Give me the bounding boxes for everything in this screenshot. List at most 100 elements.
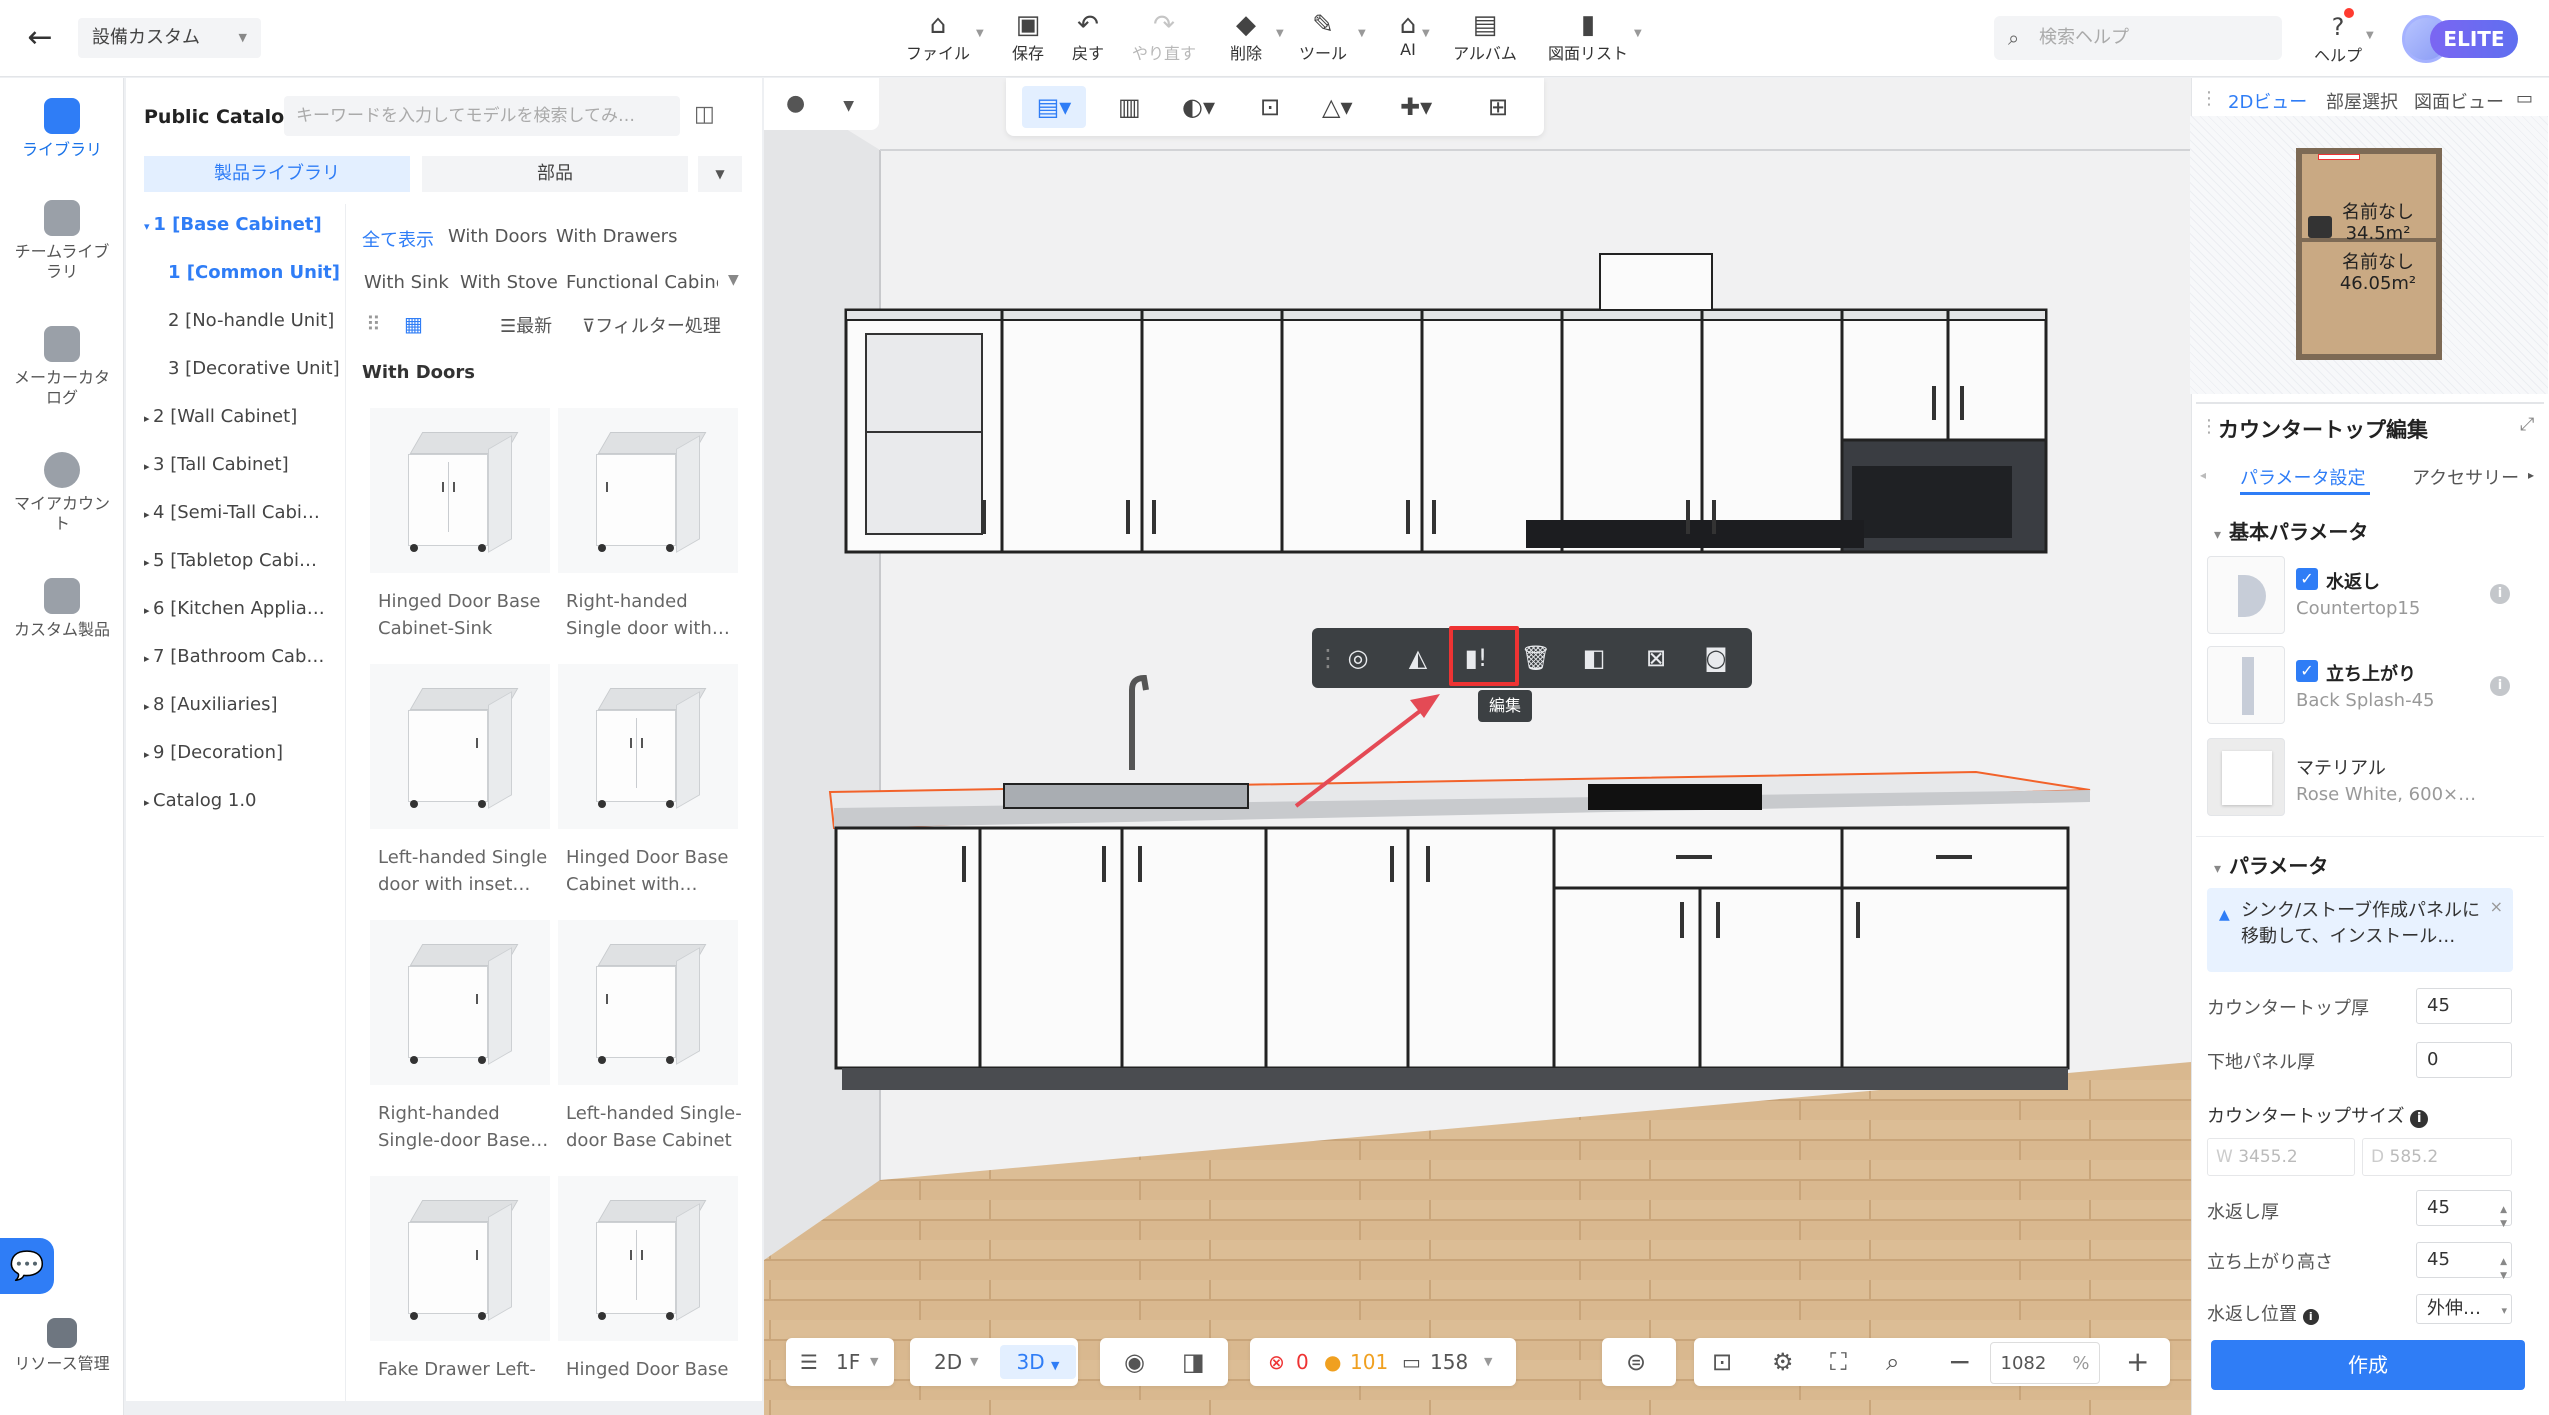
project-selector[interactable]: 設備カスタム ▼: [78, 18, 261, 58]
file-button[interactable]: ⌂ ファイル: [900, 10, 976, 66]
screenshot-check-icon[interactable]: ⊠: [1638, 642, 1674, 674]
rail-item-custom-products[interactable]: カスタム製品: [0, 578, 124, 640]
back-arrow-icon[interactable]: ←: [20, 18, 60, 58]
zoom-search-icon[interactable]: ⌕: [1886, 1338, 1899, 1386]
box-icon[interactable]: ◧: [1576, 642, 1612, 674]
upstand-checkbox[interactable]: ✓: [2296, 660, 2318, 682]
tab-accessories[interactable]: アクセサリー: [2412, 464, 2519, 490]
filter-with-drawers[interactable]: With Drawers: [556, 226, 677, 247]
catalog-search-input[interactable]: キーワードを入力してモデルを検索してみ…: [284, 96, 680, 136]
view-2d-button[interactable]: 2D: [934, 1338, 962, 1386]
rail-item-team-library[interactable]: チームライブラリ: [0, 200, 124, 282]
chevron-down-icon[interactable]: ▼: [728, 272, 739, 288]
plugin-icon[interactable]: ✚▾: [1400, 93, 1432, 121]
delete-button[interactable]: ◆ 削除: [1218, 10, 1274, 66]
tab-2d-view[interactable]: 2Dビュー: [2228, 88, 2307, 114]
album-button[interactable]: ▤ アルバム: [1448, 10, 1522, 66]
filter-functional-cabinet[interactable]: Functional Cabine: [566, 272, 718, 293]
toggle-panel-button[interactable]: ⊜: [1602, 1338, 1676, 1386]
undo-button[interactable]: ↶ 戻す: [1060, 10, 1116, 66]
tab-drawing-view[interactable]: 図面ビュー: [2414, 88, 2504, 114]
sort-latest-button[interactable]: ☰最新: [500, 312, 552, 338]
select-mode-icon[interactable]: ▤▾: [1022, 86, 1086, 128]
room-label-2[interactable]: 名前なし 46.05m²: [2318, 252, 2438, 294]
floor-selector[interactable]: ☰ 1F ▼: [786, 1338, 894, 1386]
help-search-input[interactable]: ⌕ 検索ヘルプ: [1994, 16, 2282, 60]
tree-item-no-handle-unit[interactable]: 2 [No-handle Unit]: [168, 310, 358, 331]
upstand-thumbnail[interactable]: [2207, 646, 2285, 724]
room-label-1[interactable]: 名前なし 34.5m²: [2318, 202, 2438, 244]
trash-icon[interactable]: 🗑: [1518, 642, 1554, 674]
drag-handle-icon[interactable]: ⋮: [1316, 642, 1340, 674]
cube-icon[interactable]: ◨: [1182, 1338, 1205, 1386]
filter-button[interactable]: ⊽フィルター処理: [582, 312, 721, 338]
create-button[interactable]: 作成: [2211, 1340, 2525, 1390]
tree-item-tall-cabinet[interactable]: ▸ 3 [Tall Cabinet]: [144, 454, 334, 475]
drag-handle-icon[interactable]: ⋮: [2200, 88, 2218, 109]
tree-item-wall-cabinet[interactable]: ▸ 2 [Wall Cabinet]: [144, 406, 334, 427]
camera-selector[interactable]: ● ▼: [764, 78, 879, 130]
filter-with-sink[interactable]: With Sink: [364, 272, 449, 293]
save-button[interactable]: ▣ 保存: [1000, 10, 1056, 66]
tree-item-bathroom-cabinet[interactable]: ▸ 7 [Bathroom Cab…: [144, 646, 334, 667]
chevron-down-icon[interactable]: ▼: [1634, 28, 1642, 39]
rail-item-resource-management[interactable]: リソース管理: [0, 1318, 124, 1374]
fullscreen-icon[interactable]: ⛶: [1830, 1338, 1847, 1386]
close-icon[interactable]: ×: [2490, 894, 2503, 920]
3d-viewport[interactable]: [764, 78, 2191, 1415]
focus-icon[interactable]: ⊡: [1260, 93, 1280, 121]
tab-parameter-settings[interactable]: パラメータ設定: [2240, 464, 2365, 490]
issue-counter[interactable]: ⊗ 0 ● 101 ▭ 158 ▼: [1250, 1338, 1516, 1386]
rail-item-maker-catalog[interactable]: メーカーカタログ: [0, 326, 124, 408]
filter-with-doors[interactable]: With Doors: [448, 226, 547, 247]
tree-item-auxiliaries[interactable]: ▸ 8 [Auxiliaries]: [144, 694, 334, 715]
backsplash-pos-select[interactable]: 外伸… ▾: [2416, 1294, 2512, 1324]
chat-icon[interactable]: 💬: [0, 1238, 54, 1294]
info-icon[interactable]: i: [2302, 1309, 2319, 1325]
section-basic-params[interactable]: ▾ 基本パラメータ: [2214, 516, 2368, 545]
hide-icon[interactable]: ◎: [1340, 642, 1376, 674]
paint-icon[interactable]: ◭: [1400, 642, 1436, 674]
zoom-level-input[interactable]: 1082%: [1990, 1342, 2100, 1384]
fit-settings-icon[interactable]: ⚙: [1772, 1338, 1794, 1386]
tree-item-tabletop-cabinet[interactable]: ▸ 5 [Tabletop Cabi…: [144, 550, 334, 571]
chevron-right-icon[interactable]: ▸: [2528, 468, 2534, 482]
rail-item-my-account[interactable]: マイアカウント: [0, 452, 124, 534]
drag-handle-icon[interactable]: ⋮: [2200, 416, 2218, 437]
collapse-icon[interactable]: ▭: [2516, 88, 2533, 109]
material-thumbnail[interactable]: [2207, 738, 2285, 816]
upstand-h-input[interactable]: 45 ▲ ▼: [2416, 1242, 2512, 1281]
chevron-down-icon[interactable]: ▼: [1422, 28, 1430, 39]
grid-large-icon[interactable]: ▦: [404, 312, 423, 336]
redo-button[interactable]: ↷ やり直す: [1122, 10, 1206, 66]
tab-more-dropdown[interactable]: ▼: [698, 156, 742, 192]
filter-all[interactable]: 全て表示: [362, 226, 434, 252]
tree-item-catalog-1[interactable]: ▸ Catalog 1.0: [144, 790, 334, 811]
tree-item-decorative-unit[interactable]: 3 [Decorative Unit]: [168, 358, 358, 379]
layout-toggle-icon[interactable]: ◫: [694, 102, 715, 127]
drawing-list-button[interactable]: ▮ 図面リスト: [1540, 10, 1636, 66]
section-params[interactable]: ▾ パラメータ: [2214, 850, 2328, 879]
zoom-in-icon[interactable]: +: [2126, 1338, 2149, 1386]
grid-small-icon[interactable]: ⠿: [366, 312, 381, 336]
tree-item-base-cabinet[interactable]: ▾ 1 [Base Cabinet]: [144, 214, 334, 235]
help-button[interactable]: ? ヘルプ: [2306, 12, 2370, 68]
material-icon[interactable]: ◐▾: [1182, 93, 1215, 121]
info-icon[interactable]: i: [2410, 1110, 2429, 1128]
eye-icon[interactable]: ◉: [1124, 1338, 1145, 1386]
chevron-down-icon[interactable]: ▼: [1358, 28, 1366, 39]
tab-product-library[interactable]: 製品ライブラリ: [144, 156, 410, 192]
expand-icon[interactable]: ⤢: [2520, 414, 2534, 435]
elite-badge[interactable]: ELITE: [2430, 20, 2518, 58]
chevron-down-icon[interactable]: ▼: [2366, 30, 2374, 41]
backsplash-th-input[interactable]: 45 ▲ ▼: [2416, 1190, 2512, 1229]
info-icon[interactable]: i: [2490, 584, 2510, 604]
measure-icon[interactable]: △▾: [1322, 93, 1353, 121]
tab-parts[interactable]: 部品: [422, 156, 688, 192]
ct-thickness-input[interactable]: 45: [2416, 988, 2512, 1024]
tree-item-semi-tall-cabinet[interactable]: ▸ 4 [Semi-Tall Cabi…: [144, 502, 334, 523]
tree-item-common-unit[interactable]: 1 [Common Unit]: [168, 262, 358, 283]
view-3d-button[interactable]: 3D ▼: [1000, 1345, 1076, 1379]
info-icon[interactable]: i: [2490, 676, 2510, 696]
render-settings-icon[interactable]: ⊞: [1488, 93, 1508, 121]
